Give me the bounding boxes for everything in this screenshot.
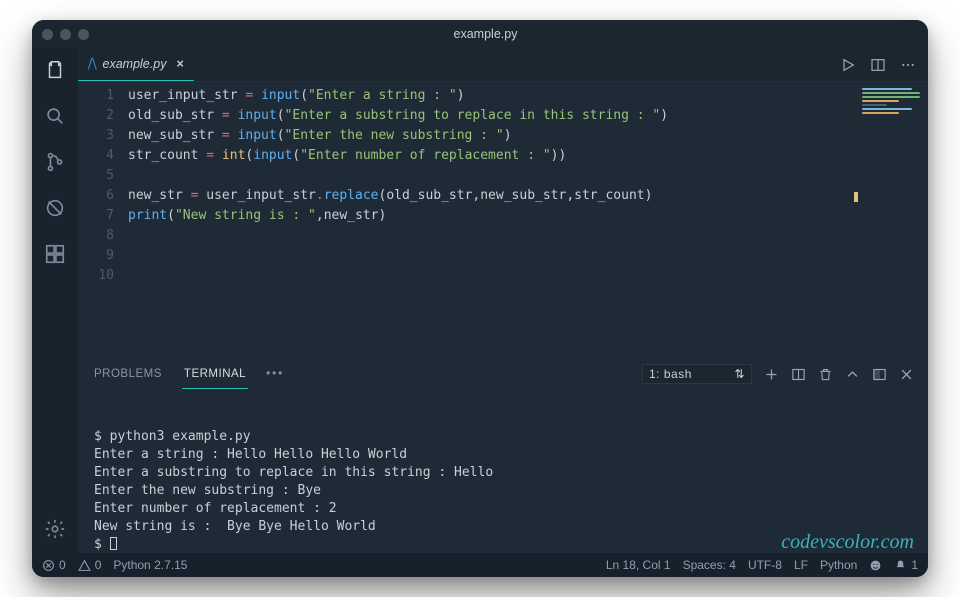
- python-file-icon: ⧸⧹: [88, 57, 97, 72]
- split-terminal-icon[interactable]: [791, 367, 806, 382]
- zoom-window-button[interactable]: [78, 29, 89, 40]
- settings-gear-icon[interactable]: [41, 515, 69, 543]
- editor-window: example.py: [32, 20, 928, 577]
- line-gutter: 12345678910: [78, 86, 128, 357]
- watermark: codevscolor.com: [781, 533, 914, 551]
- maximize-panel-icon[interactable]: [845, 367, 860, 382]
- panel-tab-problems[interactable]: PROBLEMS: [92, 360, 164, 388]
- bottom-panel: PROBLEMS TERMINAL ••• 1: bash ⇅: [78, 357, 928, 553]
- status-warnings[interactable]: 0: [78, 558, 102, 572]
- terminal-output[interactable]: $ python3 example.pyEnter a string : Hel…: [78, 390, 928, 553]
- code-editor[interactable]: 12345678910 user_input_str = input("Ente…: [78, 82, 858, 357]
- search-icon[interactable]: [41, 102, 69, 130]
- status-encoding[interactable]: UTF-8: [748, 558, 782, 572]
- status-feedback-icon[interactable]: [869, 559, 882, 572]
- new-terminal-icon[interactable]: [764, 367, 779, 382]
- status-cursor-position[interactable]: Ln 18, Col 1: [606, 558, 671, 572]
- terminal-selector[interactable]: 1: bash ⇅: [642, 364, 752, 384]
- kill-terminal-icon[interactable]: [818, 367, 833, 382]
- more-actions-icon[interactable]: [900, 57, 916, 73]
- status-bar: 0 0 Python 2.7.15 Ln 18, Col 1 Spaces: 4…: [32, 553, 928, 577]
- explorer-icon[interactable]: [41, 56, 69, 84]
- run-icon[interactable]: [840, 57, 856, 73]
- close-window-button[interactable]: [42, 29, 53, 40]
- split-editor-icon[interactable]: [870, 57, 886, 73]
- status-python-env[interactable]: Python 2.7.15: [113, 558, 187, 572]
- source-control-icon[interactable]: [41, 148, 69, 176]
- toggle-panel-icon[interactable]: [872, 367, 887, 382]
- chevron-updown-icon: ⇅: [734, 367, 745, 381]
- status-indentation[interactable]: Spaces: 4: [683, 558, 736, 572]
- tab-example-py[interactable]: ⧸⧹ example.py ×: [78, 48, 194, 81]
- status-notifications[interactable]: 1: [894, 558, 918, 572]
- minimap[interactable]: [858, 82, 928, 357]
- status-errors[interactable]: 0: [42, 558, 66, 572]
- status-language[interactable]: Python: [820, 558, 857, 572]
- tab-label: example.py: [103, 57, 167, 71]
- window-title: example.py: [101, 27, 870, 41]
- close-tab-icon[interactable]: ×: [176, 57, 183, 71]
- editor-actions: [840, 48, 928, 81]
- code-content[interactable]: user_input_str = input("Enter a string :…: [128, 86, 858, 357]
- panel-tab-terminal[interactable]: TERMINAL: [182, 360, 248, 389]
- traffic-lights: [42, 29, 89, 40]
- editor-tabs: ⧸⧹ example.py ×: [78, 48, 928, 82]
- minimize-window-button[interactable]: [60, 29, 71, 40]
- close-panel-icon[interactable]: [899, 367, 914, 382]
- status-eol[interactable]: LF: [794, 558, 808, 572]
- titlebar: example.py: [32, 20, 928, 48]
- panel-more-tabs-icon[interactable]: •••: [266, 368, 284, 380]
- debug-icon[interactable]: [41, 194, 69, 222]
- activity-bar: [32, 48, 78, 553]
- extensions-icon[interactable]: [41, 240, 69, 268]
